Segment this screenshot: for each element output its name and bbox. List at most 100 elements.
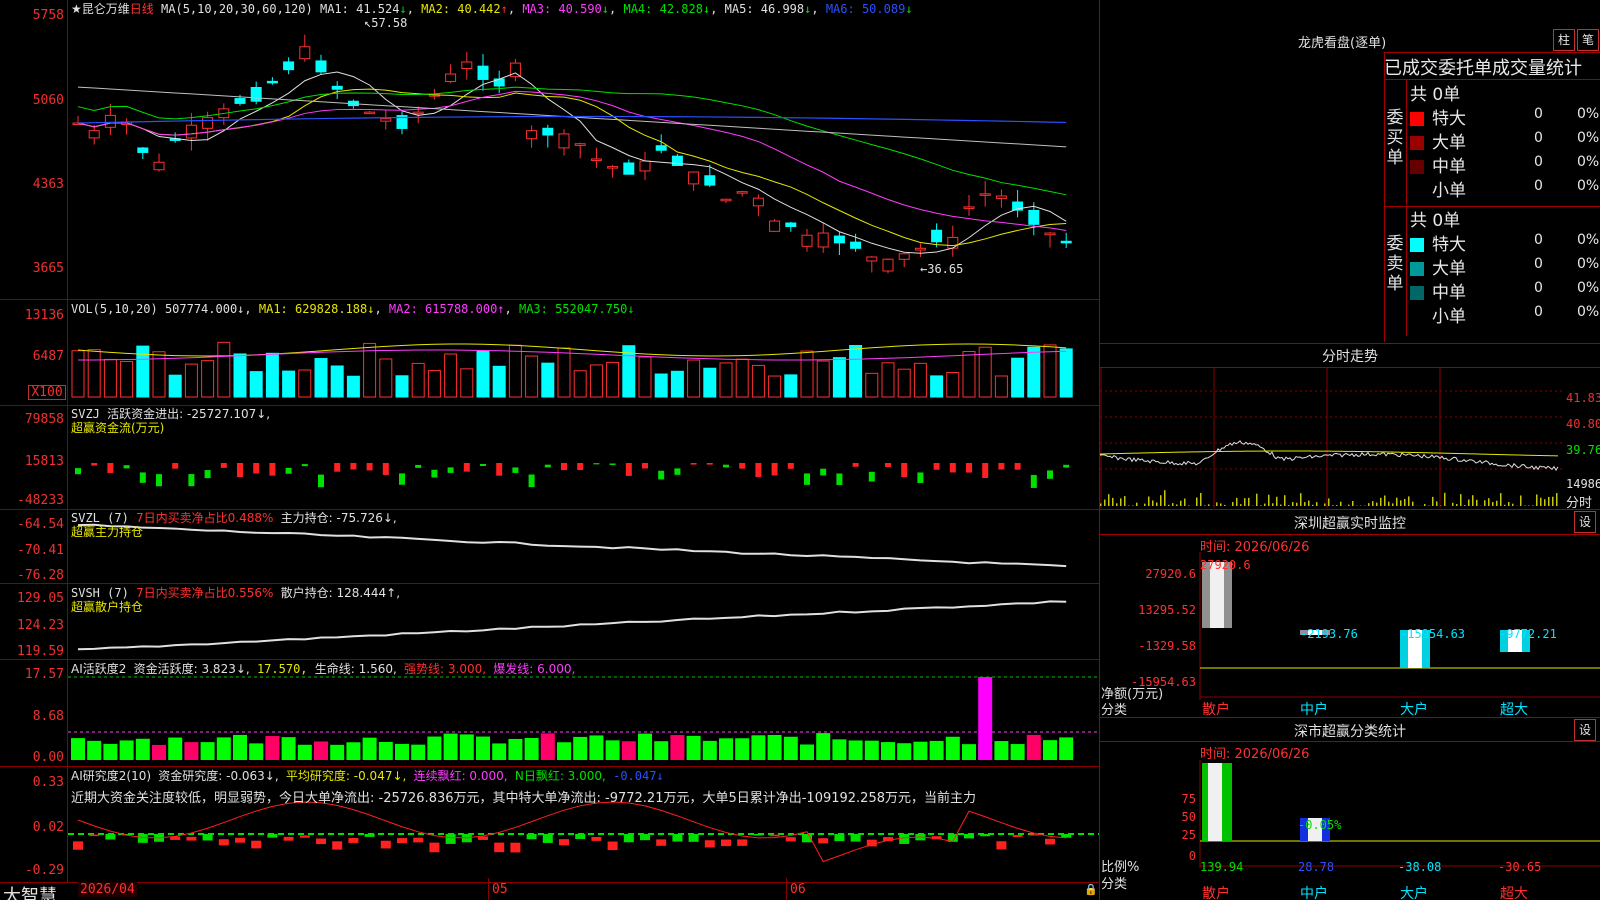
- volume-bar: [897, 368, 911, 398]
- price-tick: 4363: [32, 177, 64, 192]
- monitor-settings-button[interactable]: 设: [1574, 511, 1596, 533]
- candle-body: [88, 130, 100, 139]
- order-count: 0: [1534, 256, 1543, 272]
- flow-bar: [399, 473, 405, 485]
- fs-vol: [1268, 494, 1270, 506]
- bar-mode-button[interactable]: 柱: [1553, 29, 1575, 51]
- candle-body: [720, 198, 732, 202]
- research-bar: [656, 839, 667, 846]
- flow-bar: [188, 474, 195, 487]
- activity-bar: [800, 744, 814, 760]
- ma3-arrow: ↓: [601, 2, 610, 16]
- order-pct: 0%: [1577, 304, 1600, 320]
- period-label[interactable]: 日线: [130, 2, 154, 16]
- candle-body: [153, 161, 165, 171]
- candle-body: [655, 145, 667, 151]
- vol-tick: 6487: [32, 349, 64, 364]
- flow-bar: [820, 468, 827, 476]
- ai1-tick: 0.00: [32, 750, 64, 765]
- candle-body: [234, 98, 246, 104]
- candle-body: [542, 127, 554, 136]
- stock-title[interactable]: ★昆仑万维: [71, 2, 130, 16]
- candle-body: [364, 111, 376, 115]
- volume-bar: [330, 365, 344, 398]
- research-bar: [1012, 834, 1023, 837]
- ma2-value: MA2: 40.442: [421, 2, 501, 16]
- volume-bar: [314, 358, 328, 398]
- fs-vol: [1300, 493, 1302, 506]
- candle-body: [315, 60, 327, 73]
- fs-vol: [1476, 499, 1478, 506]
- color-swatch: [1410, 238, 1424, 252]
- volume-bar: [1043, 344, 1057, 398]
- lock-icon[interactable]: 🔒: [1084, 883, 1098, 896]
- activity-bar: [524, 738, 539, 760]
- lhb-title: 龙虎看盘(逐单): [1298, 36, 1387, 51]
- flow-bar: [75, 468, 81, 475]
- classify-settings-button[interactable]: 设: [1574, 719, 1596, 741]
- svzj-tick: 79858: [24, 412, 64, 427]
- activity-bar: [119, 740, 134, 760]
- svzl-tick: -76.28: [17, 568, 64, 583]
- flow-bar: [463, 463, 470, 472]
- svzl-ratio: 7日内买卖净占比0.488%: [136, 511, 274, 525]
- ma4-arrow: ↓: [702, 2, 711, 16]
- flow-bar: [836, 473, 843, 485]
- fs-vol: [1284, 495, 1286, 506]
- date-axis-may: 05: [492, 882, 508, 897]
- color-swatch: [1410, 136, 1424, 150]
- fs-vol: [1408, 496, 1410, 506]
- research-bar: [332, 841, 343, 850]
- volume-bar: [508, 344, 522, 398]
- fs-vol: [1136, 502, 1138, 506]
- volume-bar: [379, 358, 393, 398]
- ma-line: [77, 86, 1067, 196]
- cls-value: 28.78: [1298, 860, 1335, 874]
- research-bar: [186, 836, 197, 841]
- svsh-value: 散户持仓: 128.444↑,: [280, 586, 401, 600]
- kline-chart[interactable]: [68, 0, 1099, 900]
- cls-cat: 大户: [1400, 886, 1428, 900]
- research-bar: [753, 834, 764, 836]
- fs-vol: [1336, 505, 1338, 506]
- classify-title: 深市超赢分类统计: [1294, 724, 1406, 740]
- timeshare-chart[interactable]: [1100, 368, 1565, 508]
- fs-vol: [1368, 503, 1370, 506]
- fs-vol: [1548, 496, 1550, 506]
- activity-bar: [783, 736, 798, 760]
- volume-bar: [476, 350, 490, 398]
- vol-ma1: MA1: 629828.188↓: [258, 302, 375, 316]
- candle-body: [769, 220, 781, 232]
- fs-vol: [1260, 505, 1262, 506]
- fs-vol: [1508, 501, 1510, 506]
- fs-vol: [1484, 500, 1486, 506]
- activity-bar: [168, 737, 183, 760]
- ma5-arrow: ↓: [804, 2, 812, 16]
- volume-bar: [395, 375, 409, 398]
- flow-bar: [901, 463, 908, 477]
- vol-unit[interactable]: X100: [28, 385, 66, 400]
- order-pct: 0%: [1577, 256, 1600, 272]
- order-size-label: 小单: [1432, 181, 1466, 201]
- fs-vol: [1452, 502, 1454, 506]
- flow-bar: [690, 463, 697, 465]
- research-bar: [640, 834, 650, 841]
- volume-bar: [298, 369, 312, 398]
- cls-value: -38.08: [1398, 860, 1442, 874]
- fs-vol: [1100, 503, 1102, 506]
- flow-bar: [220, 463, 227, 468]
- cls-cat: 散户: [1202, 886, 1230, 900]
- order-size-label: 中单: [1432, 283, 1466, 303]
- research-bar: [785, 837, 796, 842]
- vol-value: 507774.000↓: [164, 302, 245, 316]
- activity-bar: [346, 742, 361, 760]
- fs-vol: [1296, 502, 1298, 506]
- ai2-label: AI研究度2(10): [71, 769, 152, 783]
- volume-bar: [1011, 357, 1025, 398]
- activity-bar: [508, 738, 523, 760]
- tick-mode-button[interactable]: 笔: [1577, 29, 1599, 51]
- candle-body: [785, 222, 797, 228]
- svzl-value: 主力持仓: -75.726↓,: [280, 511, 397, 525]
- order-row: 小单 0 0%: [1410, 176, 1600, 201]
- fs-vol: [1504, 504, 1506, 506]
